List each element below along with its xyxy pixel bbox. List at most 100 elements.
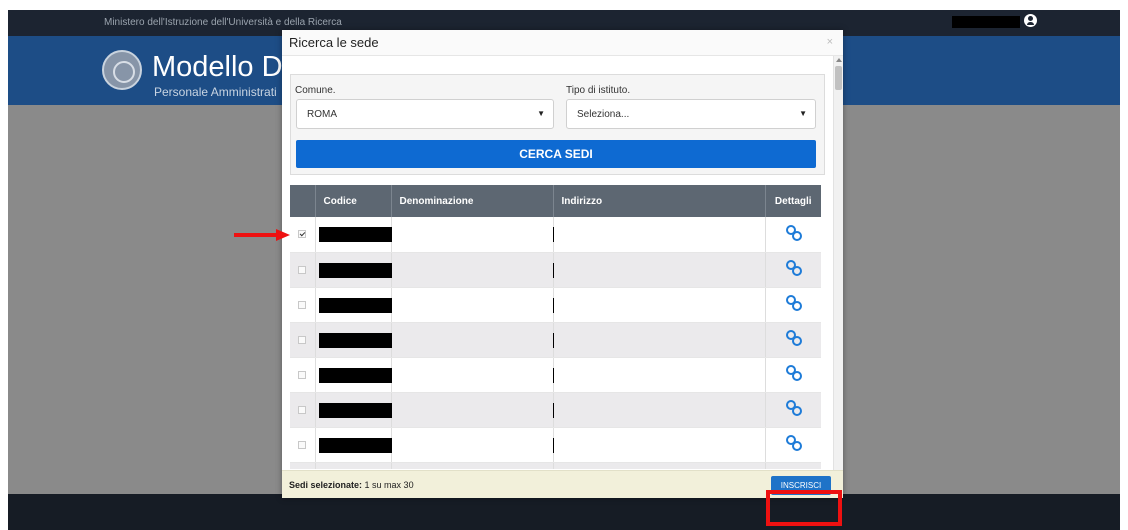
codice-cell — [315, 252, 726, 288]
table-row[interactable] — [290, 392, 821, 428]
page-footer — [8, 494, 1120, 530]
cerca-sedi-button[interactable]: CERCA SEDI — [296, 140, 816, 168]
selection-status: Sedi selezionate: 1 su max 30 — [289, 480, 414, 490]
codice-cell — [315, 322, 696, 358]
app-subtitle: Personale Amministrati — [154, 85, 277, 99]
select-cell — [290, 287, 316, 323]
codice-cell — [315, 462, 392, 469]
modal-scrollbar[interactable] — [833, 56, 843, 470]
comune-select[interactable]: ROMA ▼ — [296, 99, 554, 129]
caret-down-icon: ▼ — [537, 109, 545, 118]
column-header-codice[interactable]: Codice — [315, 185, 392, 217]
row-checkbox[interactable] — [298, 405, 307, 414]
denominazione-cell — [391, 287, 554, 323]
table-row[interactable] — [290, 427, 821, 463]
indirizzo-cell — [553, 427, 766, 463]
annotation-highlight-box — [766, 490, 842, 526]
dettagli-cell — [765, 252, 821, 288]
denominazione-cell — [391, 252, 554, 288]
denominazione-cell — [391, 322, 554, 358]
annotation-arrow — [234, 229, 294, 241]
modal-header: Ricerca le sede × — [282, 30, 843, 56]
tipo-istituto-label: Tipo di istituto. — [566, 85, 631, 96]
row-checkbox[interactable] — [298, 370, 307, 379]
results-table: Codice Denominazione Indirizzo Dettagli — [290, 185, 821, 469]
select-cell — [290, 322, 316, 358]
link-icon[interactable] — [786, 330, 802, 346]
codice-cell — [315, 392, 726, 428]
link-icon[interactable] — [786, 295, 802, 311]
modal-title: Ricerca le sede — [289, 35, 379, 50]
dettagli-cell — [765, 392, 821, 428]
table-header-row: Codice Denominazione Indirizzo Dettagli — [290, 185, 821, 217]
comune-select-value: ROMA — [307, 109, 337, 120]
selection-status-value: 1 su max 30 — [364, 480, 414, 490]
link-icon[interactable] — [786, 365, 802, 381]
row-checkbox[interactable] — [298, 300, 307, 309]
tipo-istituto-select[interactable]: Seleziona... ▼ — [566, 99, 816, 129]
scrollbar-thumb[interactable] — [835, 66, 842, 90]
denominazione-cell — [391, 392, 554, 428]
modal-footer: Sedi selezionate: 1 su max 30 INSCRISCI — [282, 470, 843, 498]
selection-status-label: Sedi selezionate: — [289, 480, 363, 490]
table-row[interactable] — [290, 252, 821, 288]
table-row[interactable] — [290, 462, 821, 469]
republic-emblem-logo — [102, 50, 142, 90]
ministry-name: Ministero dell'Istruzione dell'Universit… — [104, 17, 342, 28]
scroll-up-arrow-icon[interactable] — [836, 58, 842, 62]
indirizzo-cell — [553, 252, 766, 288]
caret-down-icon: ▼ — [799, 109, 807, 118]
row-checkbox[interactable] — [298, 440, 307, 449]
codice-cell — [315, 217, 726, 253]
codice-cell — [315, 427, 741, 463]
denominazione-cell — [391, 462, 554, 469]
dettagli-cell — [765, 322, 821, 358]
table-row[interactable] — [290, 357, 821, 393]
annotation-arrow-head — [276, 229, 290, 241]
indirizzo-cell — [553, 392, 766, 428]
row-checkbox[interactable] — [298, 265, 307, 274]
indirizzo-cell — [553, 287, 766, 323]
table-row[interactable] — [290, 322, 821, 358]
indirizzo-cell — [553, 217, 766, 253]
dettagli-cell — [765, 217, 821, 253]
ricerca-sede-modal: Ricerca le sede × Comune. ROMA ▼ Tipo di… — [282, 30, 843, 498]
dettagli-cell — [765, 462, 821, 469]
row-checkbox[interactable] — [298, 230, 307, 239]
column-header-select — [290, 185, 316, 217]
comune-label: Comune. — [295, 85, 336, 96]
table-row[interactable] — [290, 287, 821, 323]
tipo-istituto-select-value: Seleziona... — [577, 109, 630, 120]
row-checkbox[interactable] — [298, 335, 307, 344]
denominazione-cell — [391, 217, 554, 253]
results-table-container: Codice Denominazione Indirizzo Dettagli — [290, 185, 821, 469]
select-cell — [290, 357, 316, 393]
table-row[interactable] — [290, 217, 821, 253]
close-icon[interactable]: × — [827, 36, 833, 48]
denominazione-cell — [391, 427, 554, 463]
link-icon[interactable] — [786, 400, 802, 416]
user-icon[interactable] — [1024, 14, 1037, 27]
indirizzo-cell — [553, 462, 766, 469]
codice-cell — [315, 357, 679, 393]
column-header-dettagli: Dettagli — [765, 185, 821, 217]
indirizzo-cell — [553, 357, 766, 393]
indirizzo-cell — [553, 322, 766, 358]
denominazione-cell — [391, 357, 554, 393]
app-title: Modello D3 — [152, 51, 299, 83]
column-header-indirizzo[interactable]: Indirizzo — [553, 185, 766, 217]
dettagli-cell — [765, 287, 821, 323]
dettagli-cell — [765, 427, 821, 463]
filter-panel: Comune. ROMA ▼ Tipo di istituto. Selezio… — [290, 74, 825, 175]
annotation-arrow-shaft — [234, 233, 278, 237]
select-cell — [290, 462, 316, 469]
user-name-redacted[interactable] — [952, 16, 1020, 28]
select-cell — [290, 427, 316, 463]
dettagli-cell — [765, 357, 821, 393]
link-icon[interactable] — [786, 224, 802, 241]
select-cell — [290, 252, 316, 288]
column-header-denominazione[interactable]: Denominazione — [391, 185, 554, 217]
link-icon[interactable] — [786, 260, 802, 276]
select-cell — [290, 392, 316, 428]
link-icon[interactable] — [786, 435, 802, 451]
